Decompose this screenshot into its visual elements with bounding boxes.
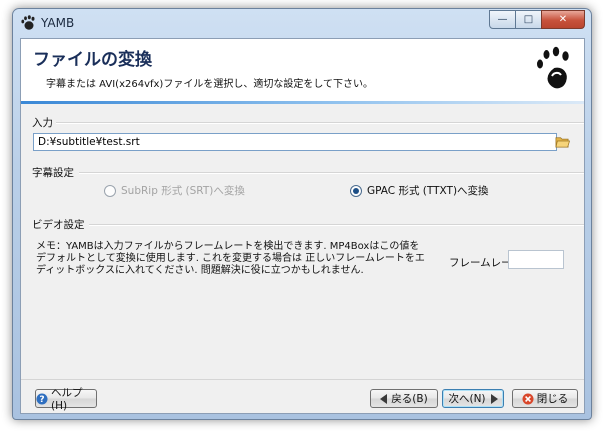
gnome-foot-logo-icon (535, 45, 571, 91)
back-button[interactable]: 戻る(B) (370, 389, 438, 408)
footer-divider (21, 379, 584, 380)
close-dialog-label: 閉じる (536, 393, 569, 405)
title-bar[interactable]: YAMB — □ ✕ (13, 9, 591, 37)
framerate-input[interactable] (508, 250, 564, 269)
gnome-foot-icon (21, 15, 35, 30)
minimize-icon: — (497, 14, 508, 25)
ttxt-radio-option[interactable]: GPAC 形式 (TTXT)へ変換 (350, 183, 489, 198)
srt-radio-option[interactable]: SubRip 形式 (SRT)へ変換 (104, 183, 245, 198)
video-group-divider (89, 224, 584, 226)
input-path-field[interactable] (33, 133, 557, 151)
framerate-memo-text: メモ：YAMBは入力ファイルからフレームレートを検出できます. MP4Boxはこ… (36, 241, 425, 276)
header-accent-rule (21, 101, 584, 104)
svg-text:?: ? (39, 395, 44, 405)
wizard-header: ファイルの変換 字幕または AVI(x264vfx)ファイルを選択し、適切な設定… (21, 39, 584, 101)
folder-open-icon[interactable] (555, 134, 570, 149)
back-arrow-icon (380, 393, 388, 404)
dialog-body: ファイルの変換 字幕または AVI(x264vfx)ファイルを選択し、適切な設定… (20, 38, 585, 414)
close-icon: ✕ (558, 14, 568, 25)
app-window: YAMB — □ ✕ ファイルの変換 字幕または AVI(x264vfx)ファイ… (12, 8, 592, 420)
video-group-label: ビデオ設定 (32, 219, 85, 231)
window-controls: — □ ✕ (489, 10, 585, 29)
window-title: YAMB (41, 16, 75, 30)
help-button[interactable]: ? ヘルプ(H) (35, 387, 97, 412)
subtitle-group-label: 字幕設定 (32, 167, 74, 179)
ttxt-radio-button[interactable] (350, 184, 362, 197)
ttxt-radio-label: GPAC 形式 (TTXT)へ変換 (367, 185, 489, 197)
page-title: ファイルの変換 (33, 50, 152, 70)
help-icon: ? (36, 393, 48, 405)
input-group-divider (56, 122, 584, 124)
maximize-icon: □ (523, 14, 534, 25)
close-window-button[interactable]: ✕ (541, 10, 585, 29)
maximize-button[interactable]: □ (515, 10, 542, 29)
srt-radio-label: SubRip 形式 (SRT)へ変換 (121, 185, 245, 197)
back-button-label: 戻る(B) (391, 393, 428, 405)
subtitle-group-divider (79, 172, 584, 174)
next-button-label: 次へ(N) (448, 393, 486, 405)
input-group-label: 入力 (32, 117, 53, 129)
close-circle-icon (522, 393, 534, 404)
next-button[interactable]: 次へ(N) (442, 389, 504, 408)
srt-radio-button[interactable] (104, 184, 116, 197)
help-button-label: ヘルプ(H) (51, 387, 83, 412)
close-dialog-button[interactable]: 閉じる (512, 389, 578, 408)
page-subtitle: 字幕または AVI(x264vfx)ファイルを選択し、適切な設定をして下さい。 (46, 79, 374, 90)
minimize-button[interactable]: — (489, 10, 516, 29)
next-arrow-icon (490, 393, 498, 404)
